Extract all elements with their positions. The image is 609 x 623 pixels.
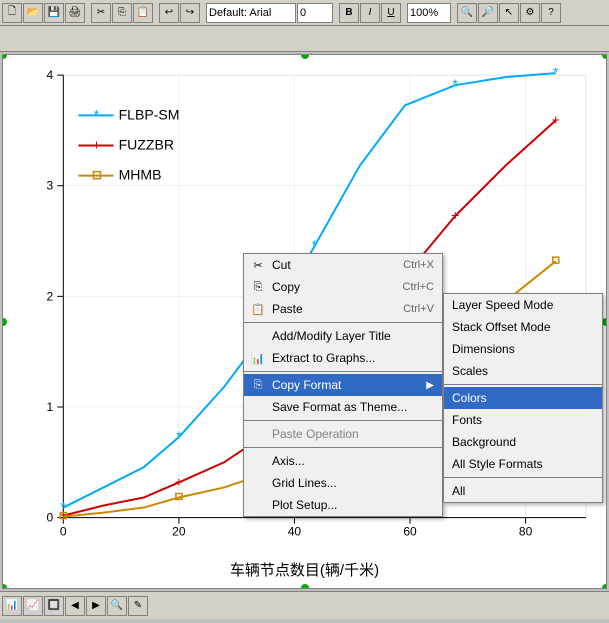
submenu-stack-offset[interactable]: Stack Offset Mode	[444, 316, 602, 338]
menu-copy-format[interactable]: ⎘ Copy Format ▶	[244, 374, 442, 396]
svg-text:+: +	[451, 207, 459, 223]
menu-plot-setup[interactable]: Plot Setup...	[244, 494, 442, 516]
menu-add-layer[interactable]: Add/Modify Layer Title	[244, 325, 442, 347]
svg-text:1: 1	[47, 400, 54, 414]
menu-sep1	[244, 322, 442, 323]
tr-border-dot[interactable]	[602, 54, 607, 59]
redo-btn[interactable]: ↪	[180, 3, 200, 23]
svg-text:FLBP-SM: FLBP-SM	[119, 106, 180, 122]
menu-sep4	[244, 447, 442, 448]
menu-extract[interactable]: 📊 Extract to Graphs...	[244, 347, 442, 369]
bottom-btn2[interactable]: 📈	[23, 596, 43, 616]
font-name-box[interactable]: Default: Arial	[206, 3, 296, 23]
toolbar-row1: 🗋 📂 💾 🖨 ✂ ⎘ 📋 ↩ ↪ Default: Arial 0 B I U…	[0, 0, 609, 26]
svg-text:0: 0	[60, 525, 67, 539]
br-border-dot[interactable]	[602, 584, 607, 589]
zoom-out-btn[interactable]: 🔎	[478, 3, 498, 23]
x-axis-label: 车辆节点数目(辆/千米)	[230, 559, 379, 580]
zoom-box[interactable]: 100%	[407, 3, 451, 23]
bl-border-dot[interactable]	[2, 584, 7, 589]
underline-btn[interactable]: U	[381, 3, 401, 23]
svg-text:*: *	[312, 237, 318, 253]
zoom-in-btn[interactable]: 🔍	[457, 3, 477, 23]
bottom-btn1[interactable]: 📊	[2, 596, 22, 616]
menu-save-format[interactable]: Save Format as Theme...	[244, 396, 442, 418]
italic-btn[interactable]: I	[360, 3, 380, 23]
bottom-btn4[interactable]: ◀	[65, 596, 85, 616]
svg-text:*: *	[94, 106, 100, 122]
undo-btn[interactable]: ↩	[159, 3, 179, 23]
submenu-sep1	[444, 384, 602, 385]
submenu-background[interactable]: Background	[444, 431, 602, 453]
svg-text:+: +	[552, 111, 560, 127]
submenu-all-style[interactable]: All Style Formats	[444, 453, 602, 475]
menu-paste[interactable]: 📋 Paste Ctrl+V	[244, 298, 442, 320]
menu-copy[interactable]: ⎘ Copy Ctrl+C	[244, 276, 442, 298]
submenu-dimensions[interactable]: Dimensions	[444, 338, 602, 360]
svg-text:40: 40	[288, 525, 302, 539]
svg-text:3: 3	[47, 179, 54, 193]
svg-text:4: 4	[47, 68, 54, 82]
submenu-all[interactable]: All	[444, 480, 602, 502]
paste-icon: 📋	[248, 299, 268, 319]
svg-text:*: *	[176, 428, 182, 444]
menu-paste-op: Paste Operation	[244, 423, 442, 445]
toolbar-area: 🗋 📂 💾 🖨 ✂ ⎘ 📋 ↩ ↪ Default: Arial 0 B I U…	[0, 0, 609, 52]
svg-text:0: 0	[47, 511, 54, 525]
svg-text:20: 20	[172, 525, 186, 539]
svg-text:+: +	[175, 473, 183, 489]
menu-axis[interactable]: Axis...	[244, 450, 442, 472]
svg-text:FUZZBR: FUZZBR	[119, 137, 174, 153]
menu-cut[interactable]: ✂ Cut Ctrl+X	[244, 254, 442, 276]
bottom-btn5[interactable]: ▶	[86, 596, 106, 616]
submenu-colors[interactable]: Colors	[444, 387, 602, 409]
help-btn[interactable]: ?	[541, 3, 561, 23]
svg-text:+: +	[92, 137, 100, 153]
bottom-btn3[interactable]: 🔲	[44, 596, 64, 616]
print-btn[interactable]: 🖨	[65, 3, 85, 23]
bottom-toolbar: 📊 📈 🔲 ◀ ▶ 🔍 ✎	[0, 591, 609, 619]
svg-text:60: 60	[403, 525, 417, 539]
context-menu: ✂ Cut Ctrl+X ⎘ Copy Ctrl+C 📋 Paste Ctrl+…	[243, 253, 443, 517]
extract-icon: 📊	[248, 348, 268, 368]
bold-btn[interactable]: B	[339, 3, 359, 23]
svg-text:2: 2	[47, 289, 54, 303]
font-size-box[interactable]: 0	[297, 3, 333, 23]
open-btn[interactable]: 📂	[23, 3, 43, 23]
bottom-btn7[interactable]: ✎	[128, 596, 148, 616]
bottom-btn6[interactable]: 🔍	[107, 596, 127, 616]
copy-btn[interactable]: ⎘	[112, 3, 132, 23]
copy-icon: ⎘	[248, 277, 268, 297]
cut-btn[interactable]: ✂	[91, 3, 111, 23]
submenu-scales[interactable]: Scales	[444, 360, 602, 382]
chart-container: 0 20 40 60 80 0 1 2 3 4 * * * * * + + + …	[2, 54, 607, 589]
svg-text:*: *	[453, 76, 459, 92]
submenu-fonts[interactable]: Fonts	[444, 409, 602, 431]
paste-btn[interactable]: 📋	[133, 3, 153, 23]
cut-icon: ✂	[248, 255, 268, 275]
copy-format-icon: ⎘	[248, 375, 268, 395]
submenu: Layer Speed Mode Stack Offset Mode Dimen…	[443, 293, 603, 503]
save-btn[interactable]: 💾	[44, 3, 64, 23]
submenu-sep2	[444, 477, 602, 478]
svg-text:80: 80	[519, 525, 533, 539]
svg-text:MHMB: MHMB	[119, 167, 162, 183]
menu-grid[interactable]: Grid Lines...	[244, 472, 442, 494]
new-btn[interactable]: 🗋	[2, 3, 22, 23]
svg-text:*: *	[553, 64, 559, 80]
settings-btn[interactable]: ⚙	[520, 3, 540, 23]
bottom-border-dot[interactable]	[301, 584, 309, 589]
submenu-layer-speed[interactable]: Layer Speed Mode	[444, 294, 602, 316]
menu-sep3	[244, 420, 442, 421]
menu-sep2	[244, 371, 442, 372]
pointer-btn[interactable]: ↖	[499, 3, 519, 23]
